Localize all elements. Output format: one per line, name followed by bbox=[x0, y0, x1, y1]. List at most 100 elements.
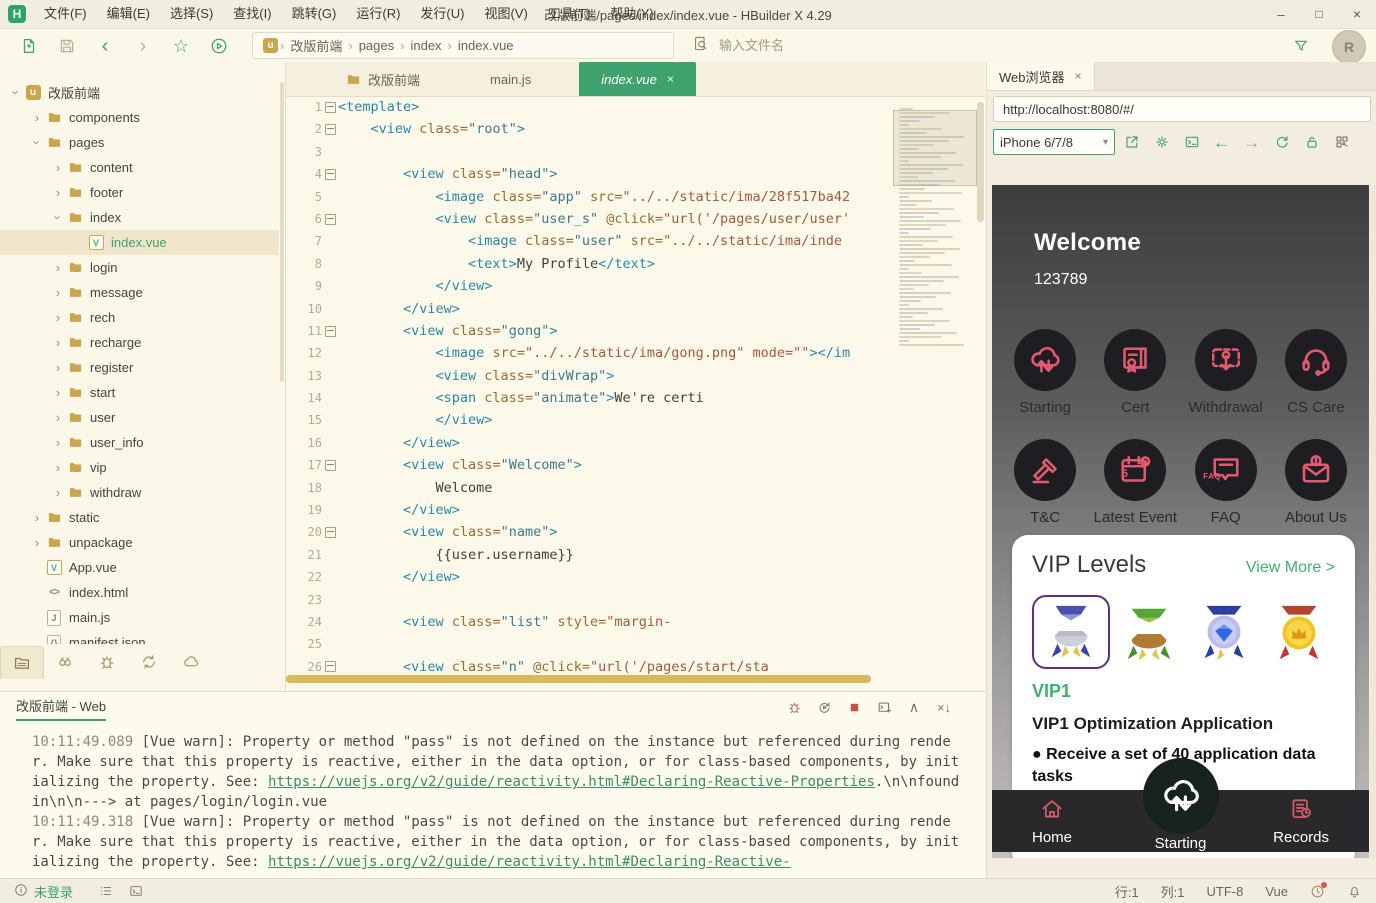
debug-icon[interactable] bbox=[779, 696, 809, 718]
refresh-icon[interactable] bbox=[1268, 130, 1295, 154]
vip2-medal[interactable] bbox=[1113, 598, 1185, 666]
vip1-medal[interactable] bbox=[1032, 595, 1110, 669]
tree-item-message[interactable]: ›message bbox=[0, 280, 279, 305]
login-state[interactable]: 未登录 bbox=[34, 882, 73, 901]
breadcrumb-item[interactable]: index.vue bbox=[458, 38, 514, 53]
chevron-right-icon[interactable]: › bbox=[52, 485, 64, 500]
breadcrumb-item[interactable]: pages bbox=[359, 38, 394, 53]
menu-item[interactable]: 选择(S) bbox=[160, 6, 223, 21]
console-icon[interactable] bbox=[1178, 130, 1205, 154]
star-icon[interactable]: ☆ bbox=[166, 34, 196, 58]
tree-item-recharge[interactable]: ›recharge bbox=[0, 330, 279, 355]
close-icon[interactable]: × bbox=[667, 72, 674, 86]
log-link[interactable]: https://vuejs.org/v2/guide/reactivity.ht… bbox=[268, 774, 875, 790]
feature-starting[interactable]: Starting bbox=[1002, 329, 1088, 417]
tree-item-manifestjson[interactable]: {}manifest.json bbox=[0, 630, 279, 644]
url-input[interactable] bbox=[994, 102, 1370, 117]
tree-item-content[interactable]: ›content bbox=[0, 155, 279, 180]
editor-tab-[interactable]: 改版前端 bbox=[320, 62, 442, 96]
debug-icon[interactable] bbox=[86, 646, 128, 678]
menu-item[interactable]: 跳转(G) bbox=[282, 6, 347, 21]
chevron-right-icon[interactable]: › bbox=[52, 335, 64, 350]
feature-cs-care[interactable]: CS Care bbox=[1273, 329, 1359, 417]
open-external-icon[interactable] bbox=[1118, 130, 1145, 154]
menu-item[interactable]: 运行(R) bbox=[346, 6, 410, 21]
collapse-icon[interactable]: ∧ bbox=[899, 696, 929, 718]
tree-item-[interactable]: ›u改版前端 bbox=[0, 80, 279, 105]
tree-item-pages[interactable]: ›pages bbox=[0, 130, 279, 155]
forward-arrow-icon[interactable]: → bbox=[1238, 130, 1265, 154]
menu-item[interactable]: 文件(F) bbox=[34, 6, 97, 21]
tree-item-indexvue[interactable]: Vindex.vue bbox=[0, 230, 279, 255]
chevron-right-icon[interactable]: › bbox=[52, 285, 64, 300]
cloud-icon[interactable] bbox=[170, 646, 212, 678]
feature-about-us[interactable]: About Us bbox=[1273, 439, 1359, 527]
feature-cert[interactable]: Cert bbox=[1092, 329, 1178, 417]
feature-faq[interactable]: FAQFAQ bbox=[1183, 439, 1269, 527]
nav-item-records[interactable]: Records bbox=[1273, 796, 1329, 846]
fold-marker-icon[interactable] bbox=[322, 454, 338, 476]
menu-item[interactable]: 编辑(E) bbox=[97, 6, 160, 21]
tree-item-register[interactable]: ›register bbox=[0, 355, 279, 380]
files-icon[interactable] bbox=[0, 646, 44, 679]
back-arrow-icon[interactable]: ← bbox=[1208, 130, 1235, 154]
chevron-down-icon[interactable]: › bbox=[51, 212, 66, 224]
search-icon[interactable] bbox=[44, 646, 86, 678]
tree-item-unpackage[interactable]: ›unpackage bbox=[0, 530, 279, 555]
feature-t-c[interactable]: T&C bbox=[1002, 439, 1088, 527]
nav-item-home[interactable]: Home bbox=[1032, 796, 1072, 846]
file-search-input[interactable] bbox=[717, 37, 1021, 54]
lock-icon[interactable] bbox=[1298, 130, 1325, 154]
editor-horizontal-scrollbar[interactable] bbox=[286, 675, 871, 683]
tree-item-indexhtml[interactable]: <>index.html bbox=[0, 580, 279, 605]
menu-item[interactable]: 发行(U) bbox=[410, 6, 474, 21]
tree-item-footer[interactable]: ›footer bbox=[0, 180, 279, 205]
editor-tab-indexvue[interactable]: index.vue× bbox=[579, 62, 696, 96]
tree-item-rech[interactable]: ›rech bbox=[0, 305, 279, 330]
device-select[interactable]: iPhone 6/7/8 ▾ bbox=[993, 129, 1115, 155]
run-icon[interactable] bbox=[204, 34, 234, 58]
new-terminal-icon[interactable] bbox=[869, 696, 899, 718]
chevron-down-icon[interactable]: › bbox=[9, 87, 24, 99]
minimize-button[interactable]: – bbox=[1262, 0, 1300, 28]
close-button[interactable]: × bbox=[1338, 0, 1376, 28]
chevron-right-icon[interactable]: › bbox=[52, 435, 64, 450]
clear-icon[interactable]: ×↓ bbox=[929, 696, 959, 718]
avatar[interactable]: R bbox=[1332, 30, 1366, 64]
close-icon[interactable]: × bbox=[1075, 69, 1082, 83]
forward-icon[interactable]: › bbox=[128, 34, 158, 58]
tree-item-vip[interactable]: ›vip bbox=[0, 455, 279, 480]
bell-icon[interactable] bbox=[1347, 884, 1362, 899]
fold-marker-icon[interactable] bbox=[322, 118, 338, 140]
language-mode[interactable]: Vue bbox=[1265, 884, 1288, 899]
tree-item-start[interactable]: ›start bbox=[0, 380, 279, 405]
qrcode-icon[interactable] bbox=[1328, 130, 1355, 154]
chevron-right-icon[interactable]: › bbox=[52, 310, 64, 325]
fold-marker-icon[interactable] bbox=[322, 521, 338, 543]
chevron-right-icon[interactable]: › bbox=[52, 185, 64, 200]
back-icon[interactable]: ‹ bbox=[90, 34, 120, 58]
fold-marker-icon[interactable] bbox=[322, 96, 338, 118]
feature-withdrawal[interactable]: Withdrawal bbox=[1183, 329, 1269, 417]
chevron-right-icon[interactable]: › bbox=[52, 160, 64, 175]
code-area[interactable]: 1<template>2 <view class="root">34 <view… bbox=[286, 96, 885, 674]
sidebar-scrollbar[interactable] bbox=[280, 82, 284, 382]
minimap[interactable] bbox=[895, 106, 973, 660]
fold-marker-icon[interactable] bbox=[322, 320, 338, 342]
url-bar[interactable] bbox=[993, 96, 1371, 122]
fold-marker-icon[interactable] bbox=[322, 208, 338, 230]
filter-icon[interactable] bbox=[1286, 34, 1316, 58]
chevron-right-icon[interactable]: › bbox=[31, 110, 43, 125]
editor-vertical-scrollbar[interactable] bbox=[977, 102, 984, 222]
fold-marker-icon[interactable] bbox=[322, 656, 338, 674]
console-tab[interactable]: 改版前端 - Web bbox=[16, 696, 106, 719]
tree-item-appvue[interactable]: VApp.vue bbox=[0, 555, 279, 580]
menu-item[interactable]: 帮助(Y) bbox=[600, 6, 663, 21]
chevron-right-icon[interactable]: › bbox=[52, 360, 64, 375]
file-search[interactable] bbox=[692, 35, 1286, 57]
outline-icon[interactable] bbox=[99, 884, 113, 898]
chevron-right-icon[interactable]: › bbox=[52, 260, 64, 275]
log-link[interactable]: https://vuejs.org/v2/guide/reactivity.ht… bbox=[268, 854, 791, 870]
save-icon[interactable] bbox=[52, 34, 82, 58]
breadcrumb-item[interactable]: 改版前端 bbox=[290, 36, 342, 55]
